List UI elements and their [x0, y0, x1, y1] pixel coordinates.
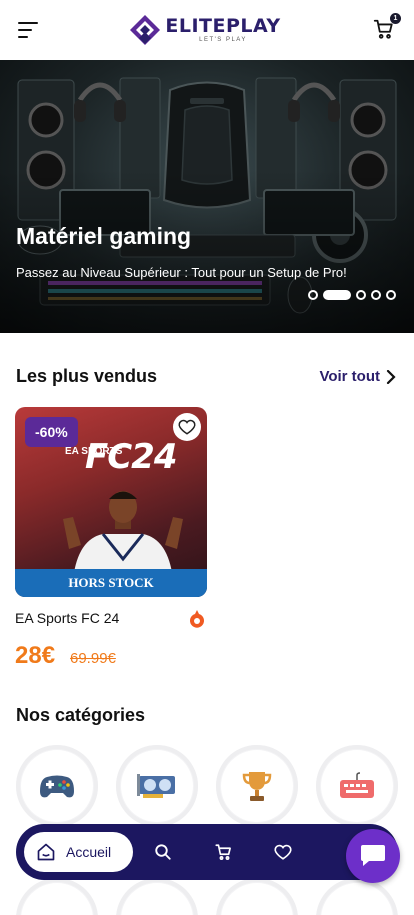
product-price: 28€ — [15, 642, 56, 669]
hero-subtitle: Passez au Niveau Supérieur : Tout pour u… — [16, 265, 347, 280]
discount-badge: -60% — [25, 417, 78, 447]
heart-icon — [178, 419, 196, 435]
search-icon — [155, 844, 171, 860]
header-cart-button[interactable]: 1 — [372, 13, 401, 42]
gamepad-icon — [40, 775, 74, 798]
keyboard-icon — [340, 772, 374, 798]
nav-favorites-button[interactable] — [253, 843, 313, 861]
categories-title: Nos catégories — [16, 705, 146, 725]
category-item[interactable] — [16, 878, 98, 915]
carousel-dot[interactable] — [308, 290, 318, 300]
categories-row — [16, 745, 398, 827]
top-header: ELITEPLAY LET'S PLAY 1 — [0, 0, 414, 60]
nav-cart-button[interactable] — [193, 843, 253, 861]
hamburger-menu-icon[interactable] — [18, 22, 38, 38]
see-all-label: Voir tout — [319, 368, 380, 385]
home-icon — [37, 843, 55, 861]
trophy-icon — [242, 772, 272, 801]
product-card[interactable]: EA SPORTS FC24 -60% HORS STOCK EA Sports… — [15, 407, 207, 669]
product-old-price: 69.99€ — [70, 650, 116, 667]
hero-banner[interactable]: Matériel gaming Passez au Niveau Supérie… — [0, 60, 414, 333]
category-item[interactable] — [116, 878, 198, 915]
heart-icon — [274, 844, 292, 860]
logo-text: ELITEPLAY LET'S PLAY — [165, 15, 281, 44]
bottom-navigation: Accueil — [16, 824, 398, 880]
categories-row-2 — [16, 878, 398, 915]
brand-name: ELITEPLAY — [165, 15, 281, 37]
carousel-dot[interactable] — [356, 290, 366, 300]
logo-diamond-icon — [130, 15, 161, 45]
best-sellers-title: Les plus vendus — [16, 366, 158, 386]
graphics-card-icon — [137, 774, 175, 798]
origin-platform-icon — [190, 610, 204, 628]
carousel-dot[interactable] — [386, 290, 396, 300]
player-illustration — [63, 491, 183, 579]
categories-header: Nos catégories — [16, 705, 396, 726]
cart-count-badge: 1 — [390, 13, 401, 24]
category-gamepad[interactable] — [16, 745, 98, 827]
category-item[interactable] — [216, 878, 298, 915]
brand-logo[interactable]: ELITEPLAY LET'S PLAY — [129, 14, 280, 46]
best-sellers-header: Les plus vendus Voir tout — [16, 366, 396, 387]
carousel-dot-active[interactable] — [323, 290, 351, 300]
carousel-dots — [308, 290, 396, 300]
nav-search-button[interactable] — [133, 843, 193, 861]
category-item[interactable] — [316, 878, 398, 915]
brand-tagline: LET'S PLAY — [199, 37, 247, 43]
category-graphics-card[interactable] — [116, 745, 198, 827]
see-all-link[interactable]: Voir tout — [319, 368, 396, 385]
cover-title: FC24 — [85, 437, 177, 477]
carousel-dot[interactable] — [371, 290, 381, 300]
chat-button[interactable] — [346, 829, 400, 883]
product-name[interactable]: EA Sports FC 24 — [15, 610, 119, 626]
hero-title: Matériel gaming — [16, 223, 192, 249]
nav-home-label: Accueil — [66, 844, 112, 860]
category-keyboard[interactable] — [316, 745, 398, 827]
chat-icon — [361, 845, 385, 866]
product-image[interactable]: EA SPORTS FC24 -60% HORS STOCK — [15, 407, 207, 597]
cart-icon — [215, 844, 232, 860]
stock-status-label: HORS STOCK — [15, 569, 207, 597]
chevron-right-icon — [386, 369, 396, 384]
favorite-button[interactable] — [173, 413, 201, 441]
category-trophy[interactable] — [216, 745, 298, 827]
nav-home-button[interactable]: Accueil — [24, 832, 134, 872]
